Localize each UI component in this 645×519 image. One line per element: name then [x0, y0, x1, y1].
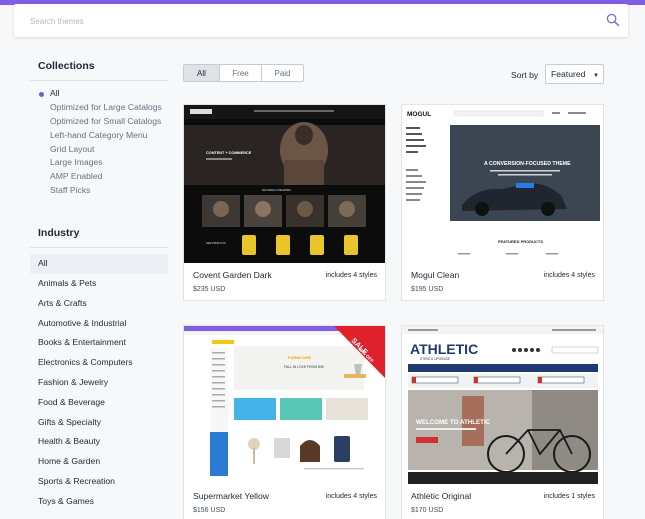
mogul-logo: MOGUL — [407, 111, 431, 118]
industry-item-home-garden[interactable]: Home & Garden — [30, 452, 168, 472]
supermarket-hero-kicker: FURNITURE — [288, 355, 311, 360]
supermarket-hero-text: FALL IN LOVE FROM $49 — [284, 365, 324, 369]
search-icon[interactable] — [606, 13, 620, 27]
industry-item-gifts-specialty[interactable]: Gifts & Specialty — [30, 413, 168, 433]
price-filter: All Free Paid — [183, 64, 304, 82]
industry-item-sports-recreation[interactable]: Sports & Recreation — [30, 472, 168, 492]
theme-card-mogul-clean[interactable]: MOGUL A CONVERSION-FOCUSED THEME FEATURE… — [401, 104, 604, 301]
theme-card-athletic-original[interactable]: ATHLETIC STENCIL UPGRADE WELCOME TO ATHL… — [401, 325, 604, 519]
theme-card-supermarket-yellow[interactable]: FURNITURE FALL IN LOVE FROM $49 SALE 20%… — [183, 325, 386, 519]
theme-name: Mogul Clean — [411, 270, 460, 280]
industry-item-food-beverage[interactable]: Food & Beverage — [30, 393, 168, 413]
search-input[interactable] — [30, 12, 570, 30]
supermarket-preview-image: FURNITURE FALL IN LOVE FROM $49 SALE 20%… — [184, 326, 385, 484]
industry-item-toys-games[interactable]: Toys & Games — [30, 492, 168, 512]
collection-item-amp-enabled[interactable]: AMP Enabled — [38, 171, 170, 185]
theme-card-covent-garden-dark[interactable]: CONTENT + COMMERCE FEATURED CATEGORIES N… — [183, 104, 386, 301]
collection-item-all[interactable]: All — [38, 88, 170, 102]
theme-price: $156 USD — [193, 507, 226, 514]
collection-item-small-catalogs[interactable]: Optimized for Small Catalogs — [38, 116, 170, 130]
mogul-preview-image: MOGUL A CONVERSION-FOCUSED THEME FEATURE… — [402, 105, 603, 263]
industry-item-health-beauty[interactable]: Health & Beauty — [30, 432, 168, 452]
theme-price: $235 USD — [193, 286, 226, 293]
industry-item-animals-pets[interactable]: Animals & Pets — [30, 274, 168, 294]
theme-styles-count: includes 4 styles — [543, 272, 595, 279]
industry-item-books-entertainment[interactable]: Books & Entertainment — [30, 333, 168, 353]
collection-item-large-images[interactable]: Large Images — [38, 157, 170, 171]
covent-garden-preview-image: CONTENT + COMMERCE FEATURED CATEGORIES N… — [184, 105, 385, 263]
theme-preview: ATHLETIC STENCIL UPGRADE WELCOME TO ATHL… — [402, 326, 603, 484]
theme-styles-count: includes 1 styles — [543, 493, 595, 500]
filter-free-button[interactable]: Free — [220, 65, 262, 81]
athletic-logo-sub: STENCIL UPGRADE — [420, 357, 450, 361]
theme-name: Supermarket Yellow — [193, 491, 269, 501]
theme-name: Athletic Original — [411, 491, 472, 501]
mogul-section-label: FEATURED PRODUCTS — [498, 239, 543, 244]
theme-styles-count: includes 4 styles — [325, 493, 377, 500]
filter-paid-button[interactable]: Paid — [262, 65, 303, 81]
athletic-hero-text: WELCOME TO ATHLETIC — [416, 419, 491, 426]
sort-select[interactable]: Featured ▼ — [545, 64, 604, 84]
industry-item-all[interactable]: All — [30, 254, 168, 274]
theme-name: Covent Garden Dark — [193, 270, 272, 280]
covent-hero-text: CONTENT + COMMERCE — [206, 151, 252, 155]
collections-list: All Optimized for Large Catalogs Optimiz… — [30, 88, 170, 199]
industry-item-electronics-computers[interactable]: Electronics & Computers — [30, 353, 168, 373]
sort-selected-value: Featured — [551, 69, 586, 79]
covent-product-label: NEW PRODUCTS — [206, 242, 226, 245]
search-bar — [14, 4, 628, 37]
industry-item-automotive-industrial[interactable]: Automotive & Industrial — [30, 314, 168, 334]
mogul-hero-text: A CONVERSION-FOCUSED THEME — [484, 161, 571, 167]
industry-title: Industry — [30, 227, 168, 249]
theme-price: $195 USD — [411, 286, 444, 293]
sidebar: Collections All Optimized for Large Cata… — [30, 60, 170, 511]
collection-item-left-hand-menu[interactable]: Left-hand Category Menu — [38, 130, 170, 144]
covent-section-label: FEATURED CATEGORIES — [262, 189, 291, 192]
radio-selected-icon — [39, 91, 44, 97]
theme-price: $170 USD — [411, 507, 444, 514]
sort-label: Sort by — [511, 70, 539, 80]
theme-preview: MOGUL A CONVERSION-FOCUSED THEME FEATURE… — [402, 105, 603, 263]
filter-all-button[interactable]: All — [184, 65, 220, 81]
athletic-preview-image: ATHLETIC STENCIL UPGRADE WELCOME TO ATHL… — [402, 326, 603, 484]
industry-list: All Animals & Pets Arts & Crafts Automot… — [30, 254, 170, 511]
industry-item-arts-crafts[interactable]: Arts & Crafts — [30, 294, 168, 314]
collection-item-large-catalogs[interactable]: Optimized for Large Catalogs — [38, 102, 170, 116]
collection-item-grid-layout[interactable]: Grid Layout — [38, 144, 170, 158]
collections-title: Collections — [30, 60, 168, 81]
theme-styles-count: includes 4 styles — [325, 272, 377, 279]
collection-item-staff-picks[interactable]: Staff Picks — [38, 185, 170, 199]
theme-preview: CONTENT + COMMERCE FEATURED CATEGORIES N… — [184, 105, 385, 263]
caret-down-icon: ▼ — [593, 73, 599, 79]
athletic-logo: ATHLETIC — [410, 341, 478, 357]
industry-item-fashion-jewelry[interactable]: Fashion & Jewelry — [30, 373, 168, 393]
theme-preview: FURNITURE FALL IN LOVE FROM $49 SALE 20%… — [184, 326, 385, 484]
